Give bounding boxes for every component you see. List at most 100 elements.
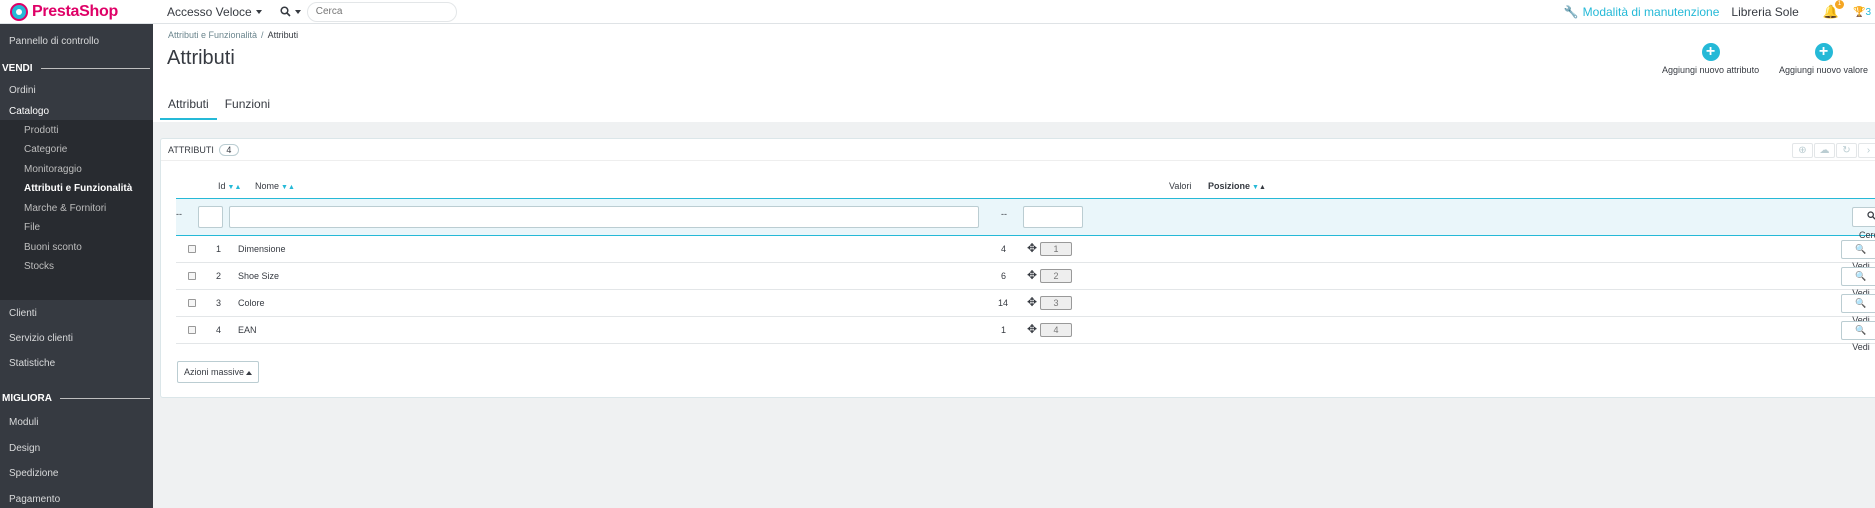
sidebar-subitem-brands[interactable]: Marche & Fornitori: [24, 203, 106, 214]
bulk-actions-button[interactable]: Azioni massive: [177, 361, 260, 383]
sidebar-item-orders[interactable]: Ordini: [9, 85, 36, 96]
view-button[interactable]: 🔍 Vedi: [1841, 294, 1875, 325]
view-label: Vedi: [1852, 342, 1870, 352]
cloud-export-icon[interactable]: ☁: [1814, 143, 1835, 158]
add-attribute-button[interactable]: + Aggiungi nuovo attributo: [1662, 43, 1759, 75]
header-right: 🔧 Modalità di manutenzione Libreria Sole…: [1564, 0, 1875, 24]
breadcrumb-current: Attributi: [267, 30, 299, 40]
sidebar-item-shipping[interactable]: Spedizione: [9, 468, 58, 479]
row-values: 4: [1001, 244, 1007, 254]
row-position: 4: [1040, 323, 1072, 337]
tab-features[interactable]: Funzioni: [217, 97, 278, 120]
row-checkbox[interactable]: [188, 326, 196, 334]
refresh-icon[interactable]: ↻: [1836, 143, 1857, 158]
row-checkbox[interactable]: [188, 245, 196, 253]
sidebar-subitem-stocks[interactable]: Stocks: [24, 261, 54, 272]
row-position: 2: [1040, 269, 1072, 283]
sidebar-item-dashboard[interactable]: Pannello di controllo: [9, 36, 99, 47]
filter-id-input[interactable]: [198, 206, 223, 228]
view-button[interactable]: 🔍 Vedi: [1841, 267, 1875, 298]
tab-attributes[interactable]: Attributi: [160, 97, 217, 120]
sidebar-subitem-monitoring[interactable]: Monitoraggio: [24, 164, 82, 175]
count-badge: 4: [218, 143, 239, 156]
row-checkbox[interactable]: [188, 299, 196, 307]
search-input[interactable]: [306, 1, 457, 22]
sidebar: Pannello di controllo VENDI Ordini Catal…: [0, 24, 153, 508]
top-header: PrestaShop Accesso Veloce 🔧 Modalità di …: [0, 0, 1875, 24]
notifications-bell-icon[interactable]: 🔔 1: [1823, 0, 1844, 20]
sort-icon[interactable]: ▼▲: [281, 184, 295, 191]
quick-access-menu[interactable]: Accesso Veloce: [167, 5, 262, 19]
breadcrumb: Attributi e Funzionalità / Attributi: [168, 30, 298, 40]
row-id: 3: [216, 298, 222, 308]
view-button[interactable]: 🔍 Vedi: [1841, 240, 1875, 271]
breadcrumb-parent[interactable]: Attributi e Funzionalità: [168, 30, 257, 40]
col-id-label: Id: [218, 181, 226, 191]
col-name-header[interactable]: Nome ▼▲: [255, 181, 295, 191]
search-icon[interactable]: [280, 6, 301, 17]
sidebar-item-catalog[interactable]: Catalogo: [9, 106, 49, 117]
table-row[interactable]: 4 EAN 1 ✥ 4 🔍 Vedi: [176, 317, 1875, 352]
table-row[interactable]: 2 Shoe Size 6 ✥ 2 🔍 Vedi: [176, 263, 1875, 298]
plus-circle-icon: +: [1814, 43, 1833, 61]
sort-icon[interactable]: ▼▲: [1252, 184, 1266, 191]
row-values: 6: [1001, 271, 1007, 281]
filter-name-input[interactable]: [229, 206, 979, 228]
sort-icon[interactable]: ▼▲: [228, 184, 242, 191]
sidebar-subitem-categories[interactable]: Categorie: [24, 144, 67, 155]
chevron-down-icon: [255, 9, 262, 14]
col-id-header[interactable]: Id ▼▲: [218, 181, 241, 191]
plus-circle-icon: +: [1701, 43, 1720, 61]
drag-move-icon[interactable]: ✥: [1027, 268, 1037, 282]
sidebar-section-improve: MIGLIORA: [2, 393, 150, 404]
sql-icon[interactable]: ›: [1858, 143, 1875, 158]
filter-dash: --: [176, 209, 182, 219]
drag-move-icon[interactable]: ✥: [1027, 322, 1037, 336]
table-row[interactable]: 1 Dimensione 4 ✥ 1 🔍 Vedi: [176, 236, 1875, 271]
add-attribute-label: Aggiungi nuovo attributo: [1662, 65, 1760, 75]
add-value-label: Aggiungi nuovo valore: [1779, 65, 1869, 75]
sidebar-item-modules[interactable]: Moduli: [9, 417, 38, 428]
search-button[interactable]: Cerca: [1852, 207, 1875, 240]
header-search: [280, 1, 457, 22]
add-value-button[interactable]: + Aggiungi nuovo valore: [1779, 43, 1868, 75]
col-position-header[interactable]: Posizione ▼▲: [1208, 181, 1266, 191]
sidebar-section-sell: VENDI: [2, 63, 150, 74]
sidebar-item-design[interactable]: Design: [9, 443, 40, 454]
notification-badge: 1: [1834, 0, 1844, 9]
sidebar-subitem-products[interactable]: Prodotti: [24, 125, 58, 136]
add-icon[interactable]: ⊕: [1792, 143, 1813, 158]
sidebar-item-stats[interactable]: Statistiche: [9, 358, 55, 369]
drag-move-icon[interactable]: ✥: [1027, 241, 1037, 255]
prestashop-logo-icon: [10, 2, 28, 21]
drag-move-icon[interactable]: ✥: [1027, 295, 1037, 309]
prestashop-logo[interactable]: PrestaShop: [0, 2, 153, 21]
row-position: 1: [1040, 242, 1072, 256]
filter-position-input[interactable]: [1023, 206, 1083, 228]
sidebar-subitem-discounts[interactable]: Buoni sconto: [24, 242, 82, 253]
panel-tools: ⊕ ☁ ↻ ›: [1791, 143, 1875, 158]
trophy-icon[interactable]: 🏆3: [1853, 7, 1871, 18]
filter-row: -- -- Cerca: [176, 198, 1875, 240]
shop-name-link[interactable]: Libreria Sole: [1731, 5, 1798, 19]
breadcrumb-separator: /: [261, 30, 264, 40]
sidebar-subitem-attributes[interactable]: Attributi e Funzionalità: [24, 183, 132, 194]
maintenance-link[interactable]: 🔧 Modalità di manutenzione: [1564, 5, 1720, 19]
row-values: 1: [1001, 325, 1007, 335]
bulk-actions-label: Azioni massive: [184, 367, 245, 377]
table-row[interactable]: 3 Colore 14 ✥ 3 🔍 Vedi: [176, 290, 1875, 325]
row-name: Shoe Size: [238, 271, 280, 281]
view-button[interactable]: 🔍 Vedi: [1841, 321, 1875, 352]
row-checkbox[interactable]: [188, 272, 196, 280]
caret-up-icon: [246, 370, 253, 375]
col-position-label: Posizione: [1208, 181, 1251, 191]
row-values: 14: [998, 298, 1009, 308]
chevron-down-icon: [294, 9, 301, 14]
row-name: Dimensione: [238, 244, 286, 254]
sidebar-item-customers[interactable]: Clienti: [9, 308, 37, 319]
wrench-icon: 🔧: [1563, 5, 1579, 19]
row-name: EAN: [238, 325, 257, 335]
sidebar-subitem-files[interactable]: File: [24, 222, 40, 233]
sidebar-item-payment[interactable]: Pagamento: [9, 494, 60, 505]
sidebar-item-customer-service[interactable]: Servizio clienti: [9, 333, 73, 344]
